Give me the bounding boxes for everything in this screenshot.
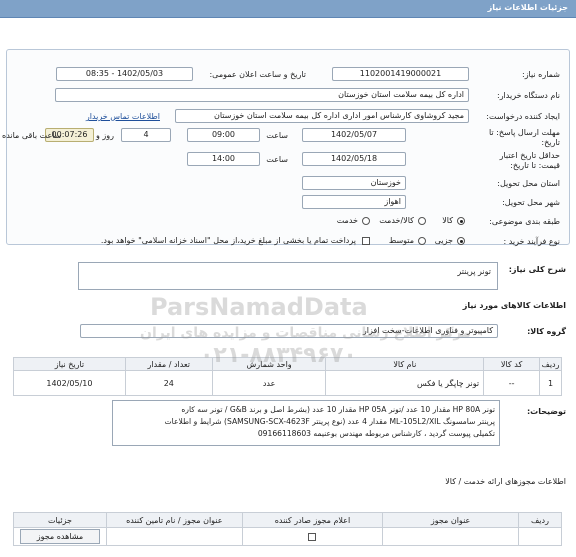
category-radio-goods[interactable] [457, 217, 465, 225]
days-label: روز و [96, 131, 114, 140]
deadline-time-field: 09:00 [187, 128, 260, 142]
process-label: نوع فرآیند خرید : [503, 237, 560, 246]
category-label: طبقه بندی موضوعی: [489, 217, 560, 226]
group-label: گروه کالا: [527, 327, 566, 336]
need-summary-label: شرح کلی نیاز: [508, 265, 566, 274]
watermark-brand: ParsNamadData [150, 293, 368, 321]
col-code: کد کالا [483, 357, 541, 371]
remaining-label: ساعت باقی مانده [2, 131, 62, 140]
process-option-medium: متوسط [388, 236, 414, 245]
creator-field: مجید کروشاوی کارشناس امور اداری اداره کل… [175, 109, 469, 123]
city-label: شهر محل تحویل: [502, 198, 560, 207]
col-row: ردیف [539, 357, 562, 371]
province-label: استان محل تحویل: [497, 179, 560, 188]
table-row: مشاهده مجوز [13, 527, 563, 546]
days-field: 4 [121, 128, 171, 142]
province-field: خوزستان [302, 176, 406, 190]
category-option-goods-service: کالا/خدمت [379, 216, 414, 225]
cell-unit: عدد [211, 370, 327, 396]
payment-note: پرداخت تمام یا بخشی از مبلغ خرید،از محل … [100, 236, 356, 245]
process-option-minor: جزیی [434, 236, 453, 245]
need-number-label: شماره نیاز: [522, 70, 560, 79]
announce-field: 1402/05/03 - 08:35 [56, 67, 193, 81]
need-summary-box: تونر پرینتر [78, 262, 498, 290]
contact-info-link[interactable]: اطلاعات تماس خریدار [86, 112, 160, 121]
category-option-service: خدمت [336, 216, 358, 225]
cell-code: -- [483, 370, 541, 396]
cell-name: تونر چاپگر یا فکس [325, 370, 485, 396]
cell-date: 1402/05/10 [13, 370, 126, 396]
deadline-time-label: ساعت [266, 131, 288, 140]
deadline-label: مهلت ارسال پاسخ: تا تاریخ: [488, 128, 560, 147]
buyer-label: نام دستگاه خریدار: [497, 91, 560, 100]
checkbox-icon[interactable] [308, 532, 317, 541]
need-summary-value: تونر پرینتر [457, 267, 491, 276]
watermark-phone: ۰۲۱-۸۸۳۴۹۶۷۰ [200, 343, 357, 368]
buyer-field: اداره کل بیمه سلامت استان خوزستان [55, 88, 469, 102]
category-radio-service[interactable] [362, 217, 370, 225]
items-section-title: اطلاعات کالاهای مورد نیاز [462, 301, 566, 310]
treasury-checkbox[interactable] [362, 237, 370, 245]
description-box: تونر HP 80A مقدار 10 عدد /تونر HP 05A مق… [112, 400, 500, 446]
description-line-3: تکمیلی پیوست گردید ، کارشناس مربوطه مهند… [257, 429, 495, 438]
description-line-1: تونر HP 80A مقدار 10 عدد /تونر HP 05A مق… [181, 405, 495, 414]
description-label: توضیحات: [526, 407, 566, 416]
col-date: تاریخ نیاز [13, 357, 126, 371]
min-price-date-field: 1402/05/18 [302, 152, 406, 166]
process-radio-minor[interactable] [457, 237, 465, 245]
need-number-field: 1102001419000021 [332, 67, 469, 81]
svc-col-issuer: اعلام مجوز صادر کننده [241, 512, 384, 528]
creator-label: ایجاد کننده درخواست: [486, 112, 560, 121]
announce-label: تاریخ و ساعت اعلان عمومی: [209, 70, 306, 79]
cell-row: 1 [539, 370, 562, 396]
min-price-label: حداقل تاریخ اعتبار قیمت: تا تاریخ: [499, 151, 560, 170]
view-license-button[interactable]: مشاهده مجوز [20, 529, 100, 544]
page-header: جزئیات اطلاعات نیاز [0, 0, 576, 18]
min-price-time-label: ساعت [266, 155, 288, 164]
page-title: جزئیات اطلاعات نیاز [487, 3, 568, 12]
svc-col-row: ردیف [517, 512, 563, 528]
svc-col-title: عنوان مجوز [382, 512, 519, 528]
process-radio-medium[interactable] [418, 237, 426, 245]
min-price-time-field: 14:00 [187, 152, 260, 166]
svc-col-details: جزئیات [13, 512, 107, 528]
table-row: 1 -- تونر چاپگر یا فکس عدد 24 1402/05/10 [13, 370, 562, 396]
cell-qty: 24 [124, 370, 213, 396]
services-section-title: اطلاعات مجوزهای ارائه خدمت / کالا [445, 477, 566, 486]
deadline-date-field: 1402/05/07 [302, 128, 406, 142]
description-line-2: پرینتر سامسونگ ML-105L2/XIL مقدار 4 عدد … [164, 417, 495, 426]
category-option-goods: کالا [442, 216, 453, 225]
services-table: ردیف عنوان مجوز اعلام مجوز صادر کننده عن… [13, 512, 563, 546]
city-field: اهواز [302, 195, 406, 209]
svc-col-supplier: عنوان مجوز / نام تامین کننده [105, 512, 243, 528]
category-radio-goods-service[interactable] [418, 217, 426, 225]
watermark-line: مرکز اطلاع رسانی مناقصات و مزایده های ای… [140, 325, 471, 341]
